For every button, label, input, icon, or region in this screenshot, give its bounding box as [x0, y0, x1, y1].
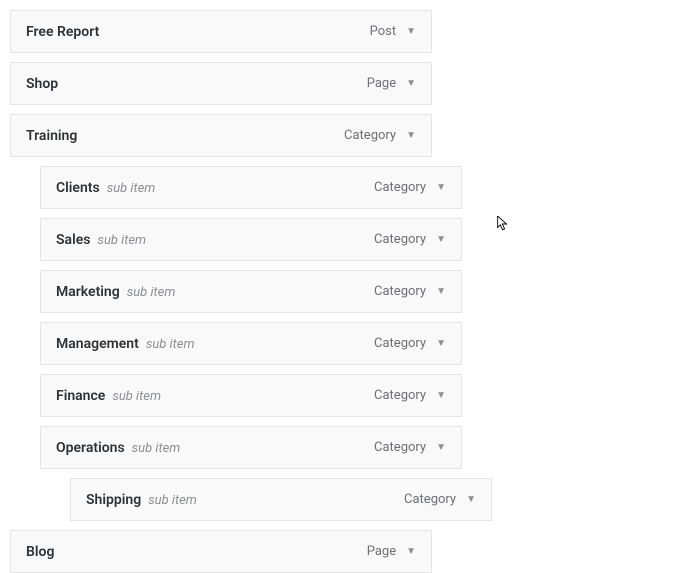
menu-item-type: Category	[374, 388, 426, 403]
menu-item-type: Category	[374, 336, 426, 351]
chevron-down-icon[interactable]: ▼	[436, 443, 446, 453]
sub-item-label: sub item	[97, 233, 146, 248]
menu-item-title-wrap: Shipping sub item	[86, 492, 197, 508]
menu-list: Free Report Post ▼ Shop Page ▼ Training Categor…	[0, 0, 680, 573]
menu-item-title-wrap: Marketing sub item	[56, 284, 175, 300]
menu-item-title: Management	[56, 336, 139, 352]
menu-item-controls[interactable]: Post ▼	[370, 24, 416, 39]
menu-item-controls[interactable]: Category ▼	[374, 336, 446, 351]
menu-item[interactable]: Operations sub item Category ▼	[40, 426, 462, 469]
menu-item-type: Page	[367, 544, 396, 559]
menu-item[interactable]: Management sub item Category ▼	[40, 322, 462, 365]
menu-item-type: Page	[367, 76, 396, 91]
menu-item-title: Training	[26, 128, 77, 144]
chevron-down-icon[interactable]: ▼	[436, 183, 446, 193]
menu-item-controls[interactable]: Category ▼	[374, 232, 446, 247]
menu-item[interactable]: Training Category ▼	[10, 114, 432, 157]
menu-item-title-wrap: Finance sub item	[56, 388, 161, 404]
menu-item-controls[interactable]: Category ▼	[374, 440, 446, 455]
sub-item-label: sub item	[127, 285, 176, 300]
menu-item-title: Shipping	[86, 492, 141, 508]
menu-item-title-wrap: Operations sub item	[56, 440, 180, 456]
menu-item-controls[interactable]: Category ▼	[404, 492, 476, 507]
menu-item[interactable]: Finance sub item Category ▼	[40, 374, 462, 417]
menu-item-title-wrap: Shop	[26, 76, 58, 92]
menu-item-controls[interactable]: Category ▼	[374, 388, 446, 403]
menu-item-type: Category	[344, 128, 396, 143]
menu-item-title: Sales	[56, 232, 90, 248]
menu-item-type: Category	[374, 180, 426, 195]
menu-item-type: Category	[374, 284, 426, 299]
chevron-down-icon[interactable]: ▼	[436, 391, 446, 401]
menu-item-controls[interactable]: Category ▼	[344, 128, 416, 143]
chevron-down-icon[interactable]: ▼	[406, 131, 416, 141]
chevron-down-icon[interactable]: ▼	[466, 495, 476, 505]
chevron-down-icon[interactable]: ▼	[436, 339, 446, 349]
menu-item-controls[interactable]: Page ▼	[367, 544, 416, 559]
menu-item[interactable]: Marketing sub item Category ▼	[40, 270, 462, 313]
menu-item-title-wrap: Blog	[26, 544, 54, 560]
menu-item-title-wrap: Training	[26, 128, 77, 144]
menu-item-title-wrap: Free Report	[26, 24, 99, 40]
menu-item[interactable]: Sales sub item Category ▼	[40, 218, 462, 261]
menu-item-title: Shop	[26, 76, 58, 92]
menu-item-title: Clients	[56, 180, 100, 196]
sub-item-label: sub item	[107, 181, 156, 196]
chevron-down-icon[interactable]: ▼	[436, 287, 446, 297]
menu-item-title: Marketing	[56, 284, 120, 300]
menu-item-type: Post	[370, 24, 397, 39]
sub-item-label: sub item	[148, 493, 197, 508]
menu-item-title: Finance	[56, 388, 105, 404]
menu-item-type: Category	[374, 440, 426, 455]
menu-item[interactable]: Free Report Post ▼	[10, 10, 432, 53]
menu-item-title: Free Report	[26, 24, 99, 40]
chevron-down-icon[interactable]: ▼	[406, 547, 416, 557]
menu-item-type: Category	[404, 492, 456, 507]
menu-item[interactable]: Blog Page ▼	[10, 530, 432, 573]
menu-item-title-wrap: Sales sub item	[56, 232, 146, 248]
chevron-down-icon[interactable]: ▼	[406, 27, 416, 37]
menu-item-title: Blog	[26, 544, 54, 560]
chevron-down-icon[interactable]: ▼	[436, 235, 446, 245]
sub-item-label: sub item	[132, 441, 181, 456]
menu-item-controls[interactable]: Page ▼	[367, 76, 416, 91]
menu-item-title-wrap: Clients sub item	[56, 180, 155, 196]
menu-item-title: Operations	[56, 440, 125, 456]
menu-item-controls[interactable]: Category ▼	[374, 284, 446, 299]
menu-item[interactable]: Shop Page ▼	[10, 62, 432, 105]
menu-item[interactable]: Clients sub item Category ▼	[40, 166, 462, 209]
menu-item[interactable]: Shipping sub item Category ▼	[70, 478, 492, 521]
chevron-down-icon[interactable]: ▼	[406, 79, 416, 89]
menu-item-type: Category	[374, 232, 426, 247]
menu-item-title-wrap: Management sub item	[56, 336, 195, 352]
sub-item-label: sub item	[112, 389, 161, 404]
sub-item-label: sub item	[146, 337, 195, 352]
menu-item-controls[interactable]: Category ▼	[374, 180, 446, 195]
